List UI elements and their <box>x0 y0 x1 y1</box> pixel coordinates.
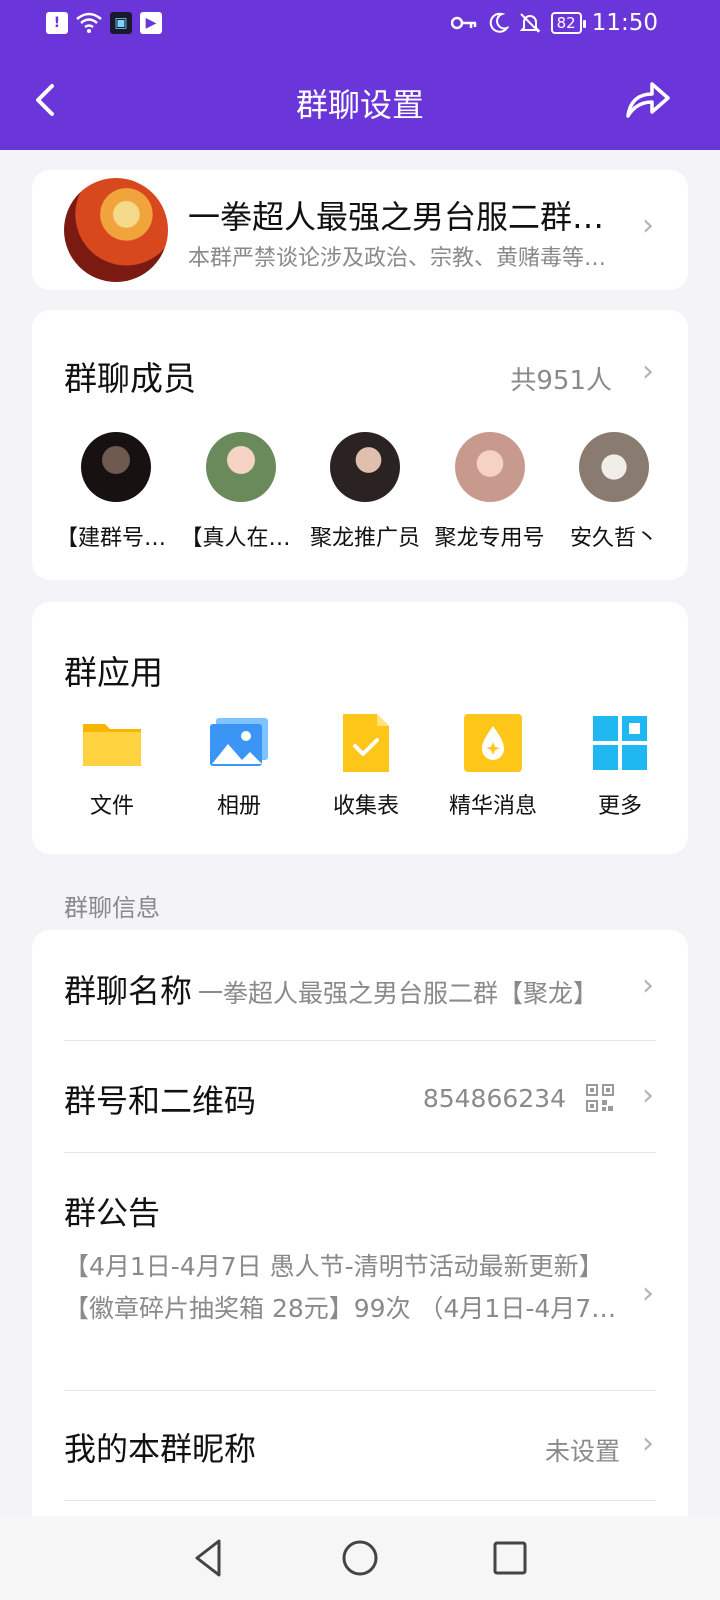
header: ! ▣ ▶ 82 11:50 群聊设置 <box>0 0 720 150</box>
members-card: 群聊成员 共951人 › 【建群号主】 【真人在线】 聚龙推广员 聚龙专用号 安… <box>32 310 688 580</box>
form-icon <box>343 714 389 772</box>
app-label: 收集表 <box>332 794 399 819</box>
bell-off-icon <box>519 13 541 33</box>
chevron-right-icon[interactable]: › <box>642 354 654 389</box>
group-description: 本群严禁谈论涉及政治、宗教、黄赌毒等违规内容 <box>188 246 608 271</box>
wifi-icon <box>76 12 102 33</box>
member-name: 【建群号主】 <box>56 526 176 551</box>
divider <box>64 1500 656 1501</box>
app-label: 文件 <box>89 794 134 819</box>
group-name: 一拳超人最强之男台服二群【聚龙】 <box>188 198 608 236</box>
chevron-right-icon: › <box>642 1078 654 1113</box>
group-info-card: 群聊名称 一拳超人最强之男台服二群【聚龙】 › 群号和二维码 854866234… <box>32 930 688 1600</box>
my-nickname-label: 我的本群昵称 <box>64 1430 257 1468</box>
app-more[interactable]: 更多 <box>560 712 680 820</box>
member-item[interactable]: 【真人在线】 <box>181 432 301 552</box>
group-id-value: 854866234 <box>422 1084 566 1113</box>
alert-icon: ! <box>46 12 68 34</box>
album-icon <box>210 718 268 766</box>
group-avatar <box>64 178 168 282</box>
qr-code-icon <box>586 1084 614 1112</box>
chevron-right-icon: › <box>642 1276 654 1311</box>
moon-icon <box>489 12 509 33</box>
member-name: 【真人在线】 <box>180 526 301 551</box>
app-essence[interactable]: 精华消息 <box>433 712 553 820</box>
avatar <box>81 432 151 502</box>
more-apps-icon <box>593 716 647 770</box>
notice-line: 【4月1日-4月7日 愚人节-清明节活动最新更新】 <box>64 1252 604 1281</box>
members-title: 群聊成员 <box>64 359 196 398</box>
avatar <box>330 432 400 502</box>
system-nav-bar <box>0 1516 720 1600</box>
group-profile-card[interactable]: 一拳超人最强之男台服二群【聚龙】 本群严禁谈论涉及政治、宗教、黄赌毒等违规内容 … <box>32 170 688 290</box>
member-name: 聚龙专用号 <box>434 526 545 551</box>
apps-title: 群应用 <box>64 653 163 692</box>
my-nickname-row[interactable]: 我的本群昵称 未设置 › <box>64 1424 656 1484</box>
media-notification-icon: ▶ <box>140 12 162 34</box>
member-name: 聚龙推广员 <box>309 526 420 551</box>
divider <box>64 1152 656 1153</box>
group-id-row[interactable]: 群号和二维码 854866234 › <box>64 1076 656 1136</box>
group-apps-card: 群应用 文件 相册 收集表 精华消息 更多 <box>32 602 688 854</box>
member-item[interactable]: 聚龙推广员 <box>305 432 425 552</box>
app-label: 相册 <box>216 794 261 819</box>
page-title: 群聊设置 <box>295 86 424 124</box>
avatar <box>579 432 649 502</box>
avatar <box>205 432 276 502</box>
member-count[interactable]: 共951人 <box>510 360 612 397</box>
status-right: 82 11:50 <box>450 10 658 36</box>
avatar <box>454 432 525 502</box>
group-notice-text: 【4月1日-4月7日 愚人节-清明节活动最新更新】 【徽章碎片抽奖箱 28元】9… <box>64 1246 624 1330</box>
group-name-value: 一拳超人最强之男台服二群【聚龙】 <box>198 979 599 1008</box>
members-row: 【建群号主】 【真人在线】 聚龙推广员 聚龙专用号 安久哲丶 <box>56 432 674 552</box>
share-icon[interactable] <box>624 76 672 124</box>
nav-home-icon[interactable] <box>335 1533 385 1583</box>
nav-recents-icon[interactable] <box>485 1533 535 1583</box>
status-time: 11:50 <box>591 10 658 36</box>
status-bar: ! ▣ ▶ 82 11:50 <box>0 0 720 50</box>
app-album[interactable]: 相册 <box>179 712 299 820</box>
member-name: 安久哲丶 <box>569 526 658 551</box>
nav-back-icon[interactable] <box>185 1533 235 1583</box>
app-label: 更多 <box>597 794 642 819</box>
key-icon <box>450 16 476 30</box>
app-label: 精华消息 <box>448 794 537 819</box>
chevron-right-icon: › <box>642 968 654 1003</box>
notice-line: 【徽章碎片抽奖箱 28元】99次 （4月1日-4月7日） <box>64 1294 624 1323</box>
app-form[interactable]: 收集表 <box>306 712 426 820</box>
group-name-row[interactable]: 群聊名称 一拳超人最强之男台服二群【聚龙】 › <box>64 966 656 1026</box>
app-files[interactable]: 文件 <box>52 712 172 820</box>
folder-icon <box>83 724 141 766</box>
essence-icon <box>464 714 522 772</box>
divider <box>64 1390 656 1391</box>
member-item[interactable]: 安久哲丶 <box>554 432 674 552</box>
my-nickname-value: 未设置 <box>544 1437 620 1466</box>
member-item[interactable]: 【建群号主】 <box>56 432 176 552</box>
app-notification-icon: ▣ <box>110 12 132 34</box>
divider <box>64 1040 656 1041</box>
group-id-label: 群号和二维码 <box>64 1082 257 1120</box>
group-notice-row[interactable]: 群公告 【4月1日-4月7日 愚人节-清明节活动最新更新】 【徽章碎片抽奖箱 2… <box>64 1188 656 1408</box>
status-left: ! ▣ ▶ <box>46 12 162 34</box>
chevron-right-icon: › <box>642 1426 654 1461</box>
apps-row: 文件 相册 收集表 精华消息 更多 <box>52 712 680 820</box>
section-label-info: 群聊信息 <box>64 894 160 922</box>
chevron-right-icon: › <box>642 208 654 243</box>
battery-indicator: 82 <box>550 12 586 34</box>
group-name-label: 群聊名称 <box>64 972 193 1010</box>
member-item[interactable]: 聚龙专用号 <box>430 432 550 552</box>
group-notice-label: 群公告 <box>64 1194 161 1232</box>
title-bar: 群聊设置 <box>0 50 720 150</box>
